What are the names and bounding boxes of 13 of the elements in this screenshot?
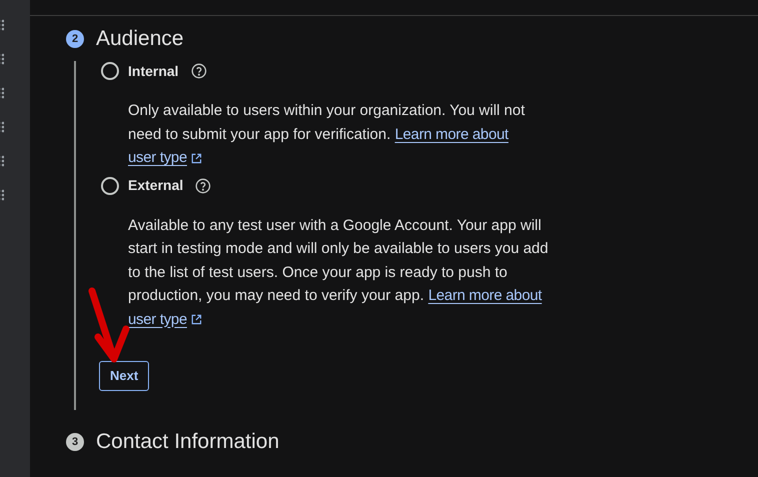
step-title: Contact Information bbox=[96, 429, 280, 456]
option-description: Only available to users within your organization. You will not need to submit your app for verification. Learn more about user type bbox=[128, 101, 526, 168]
next-button[interactable]: Next bbox=[99, 361, 150, 391]
step-number: 3 bbox=[66, 433, 84, 451]
learn-more-link[interactable]: user type bbox=[128, 310, 187, 328]
learn-more-link[interactable]: Learn more about bbox=[428, 287, 542, 304]
step-number: 2 bbox=[66, 30, 84, 48]
option-label[interactable]: External bbox=[128, 175, 184, 196]
learn-more-link[interactable]: Learn more about bbox=[394, 126, 508, 142]
option-label[interactable]: Internal bbox=[128, 60, 179, 82]
learn-more-link[interactable]: user type bbox=[128, 149, 187, 166]
option-description: Available to any test user with a Google Account. Your app will start in testing mode and will only be available to users you add to the list of test users. Once your app is ready to push to production, you may need to verify your app. Learn more about user type bbox=[128, 216, 549, 330]
step-title: Audience bbox=[96, 26, 184, 52]
